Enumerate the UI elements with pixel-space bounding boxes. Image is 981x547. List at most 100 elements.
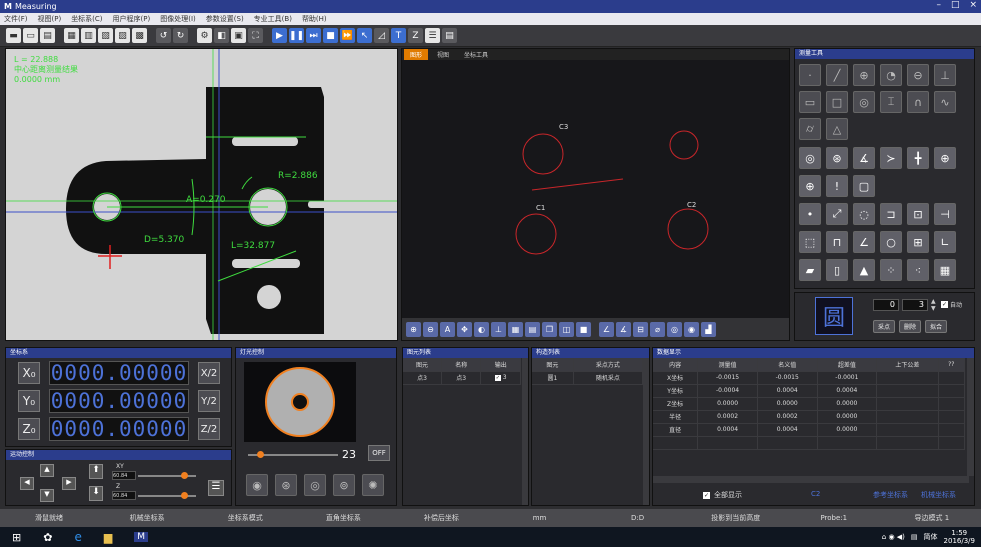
z-down-icon[interactable]: ⬇ <box>89 486 103 501</box>
slot-icon[interactable]: ▭ <box>799 91 821 113</box>
z-up-icon[interactable]: ⬆ <box>89 464 103 479</box>
table-row[interactable]: 直径 0.0004 0.0004 0.0000 <box>653 423 966 437</box>
measuring-app-icon[interactable]: M <box>134 532 149 542</box>
ring-icon[interactable]: ◎ <box>853 91 875 113</box>
count-a-field[interactable]: 0 <box>873 299 899 311</box>
ref-coords-link[interactable]: 参考坐标系 <box>873 490 908 500</box>
vertex-icon[interactable]: ≻ <box>880 147 902 169</box>
count-b-field[interactable]: 3 <box>902 299 928 311</box>
app-launcher-icon[interactable]: ✿ <box>43 531 52 544</box>
rectangle-icon[interactable]: □ <box>826 91 848 113</box>
layer-icon[interactable]: ▤ <box>525 321 540 337</box>
angle-measure-icon[interactable]: ∡ <box>616 321 631 337</box>
half-z-button[interactable]: Z/2 <box>198 418 220 440</box>
print-icon[interactable]: ▩ <box>132 28 147 43</box>
menu-help[interactable]: 帮助(H) <box>302 14 327 24</box>
frame-icon[interactable]: ▢ <box>853 175 875 197</box>
bracket-circle-icon[interactable]: ◌ <box>853 203 875 225</box>
snap-icon[interactable]: ◐ <box>474 321 489 337</box>
table-row[interactable]: X坐标 -0.0015 -0.0015 -0.0001 <box>653 371 966 385</box>
ring-light-icon[interactable]: ◉ <box>246 474 268 496</box>
crosshair-icon[interactable]: ⊕ <box>934 147 956 169</box>
data-hscrollbar[interactable] <box>653 476 969 483</box>
text-a-icon[interactable]: A <box>440 321 455 337</box>
arc-icon[interactable]: ◔ <box>880 64 902 86</box>
light-slider-handle[interactable] <box>257 451 264 458</box>
warning-icon[interactable]: ! <box>826 175 848 197</box>
chart-icon[interactable]: ◿ <box>374 28 389 43</box>
zoom-in-icon[interactable]: ⊕ <box>406 321 421 337</box>
angle-tool-icon[interactable]: ∠ <box>599 321 614 337</box>
xy-speed-field[interactable]: 60.84 <box>112 471 136 480</box>
image-icon[interactable]: ▣ <box>231 28 246 43</box>
table-icon[interactable]: ▥ <box>81 28 96 43</box>
jog-right-icon[interactable]: ▶ <box>62 477 76 490</box>
stats-icon[interactable]: ▟ <box>701 321 716 337</box>
feature-scrollbar[interactable] <box>522 358 528 505</box>
windows-start-icon[interactable]: ⊞ <box>12 531 21 544</box>
intersect-icon[interactable]: ⊥ <box>934 64 956 86</box>
tray-icons[interactable]: ⌂ ◉ ◀) <box>882 533 905 541</box>
circle-tool-icon[interactable]: ◎ <box>667 321 682 337</box>
sun-light-icon[interactable]: ✺ <box>362 474 384 496</box>
cylinder-icon[interactable]: ⌭ <box>799 118 821 140</box>
zoom-out-icon[interactable]: ⊖ <box>423 321 438 337</box>
calc-icon[interactable]: ▤ <box>442 28 457 43</box>
zero-z-button[interactable]: Z₀ <box>18 418 40 440</box>
z-slider-handle[interactable] <box>181 492 188 499</box>
cross-icon[interactable]: ╋ <box>907 147 929 169</box>
ime-indicator[interactable]: 简体 <box>924 532 938 542</box>
fill-icon[interactable]: ■ <box>576 321 591 337</box>
save-icon[interactable]: ▤ <box>40 28 55 43</box>
menu-coordinate[interactable]: 坐标系(C) <box>71 14 102 24</box>
jog-up-icon[interactable]: ▲ <box>40 464 54 477</box>
dot-icon[interactable]: • <box>799 203 821 225</box>
play-icon[interactable]: ▶ <box>272 28 287 43</box>
sample-button[interactable]: 采点 <box>873 320 896 333</box>
align-icon[interactable]: ⊡ <box>907 203 929 225</box>
camera-view[interactable]: L = 22.888 中心距离测量结果 0.0000 mm R=2.886 A=… <box>5 48 398 341</box>
concentric-icon[interactable]: ◎ <box>799 147 821 169</box>
browser-icon[interactable]: e <box>74 530 81 544</box>
plane-icon[interactable]: ▰ <box>799 259 821 281</box>
fit-view-icon[interactable]: ⛶ <box>248 28 263 43</box>
axis-icon[interactable]: ⊥ <box>491 321 506 337</box>
table-row[interactable]: 点3 点3 ✓ 3 <box>403 371 521 385</box>
line-icon[interactable]: ╱ <box>826 64 848 86</box>
i-beam-icon[interactable]: ⌶ <box>880 91 902 113</box>
swap-icon[interactable]: ◫ <box>559 321 574 337</box>
output-checkbox[interactable]: ✓ <box>494 375 501 381</box>
show-all-checkbox[interactable]: ✓ 全部显示 <box>703 490 742 500</box>
light-off-button[interactable]: OFF <box>368 445 390 461</box>
close-button[interactable]: × <box>969 0 977 10</box>
jog-left-icon[interactable]: ◀ <box>20 477 34 490</box>
cursor-icon[interactable]: ↖ <box>357 28 372 43</box>
corner-icon[interactable]: ∟ <box>934 231 956 253</box>
gear-icon[interactable]: ⚙ <box>197 28 212 43</box>
machine-coords-link[interactable]: 机械坐标系 <box>921 490 956 500</box>
undo-icon[interactable]: ↺ <box>156 28 171 43</box>
menu-pro-tools[interactable]: 专业工具(B) <box>254 14 292 24</box>
segment-light-icon[interactable]: ⊛ <box>275 474 297 496</box>
menu-settings[interactable]: 参数设置(S) <box>206 14 244 24</box>
circle-fit-icon[interactable]: ○ <box>880 231 902 253</box>
report-icon[interactable]: ▧ <box>98 28 113 43</box>
menu-view[interactable]: 视图(P) <box>38 14 62 24</box>
cad-view[interactable]: 图形 视图 坐标工具 C3 C1 C2 ⊕ ⊖ A ✥ ◐ ⊥ ▦ ▤ ❐ ◫ … <box>401 48 790 341</box>
menu-list-icon[interactable]: ☰ <box>208 480 224 496</box>
menu-file[interactable]: 文件(F) <box>4 14 28 24</box>
tab-view[interactable]: 视图 <box>431 49 455 60</box>
bracket-icon[interactable]: ⊐ <box>880 203 902 225</box>
minimize-button[interactable]: – <box>936 0 941 10</box>
data-vscrollbar[interactable] <box>967 358 974 476</box>
target-icon[interactable]: ⊛ <box>826 147 848 169</box>
angle-icon[interactable]: ∡ <box>853 147 875 169</box>
pause-icon[interactable]: ❚❚ <box>289 28 304 43</box>
table-row[interactable]: 半径 0.0002 0.0002 0.0000 <box>653 410 966 424</box>
delete-button[interactable]: 删除 <box>899 320 922 333</box>
center-box-icon[interactable]: ⊞ <box>907 231 929 253</box>
angle-wedge-icon[interactable]: ∠ <box>853 231 875 253</box>
zero-x-button[interactable]: X₀ <box>18 362 40 384</box>
keyboard-icon[interactable]: ▤ <box>911 533 918 541</box>
bbox-icon[interactable]: ⬚ <box>799 231 821 253</box>
